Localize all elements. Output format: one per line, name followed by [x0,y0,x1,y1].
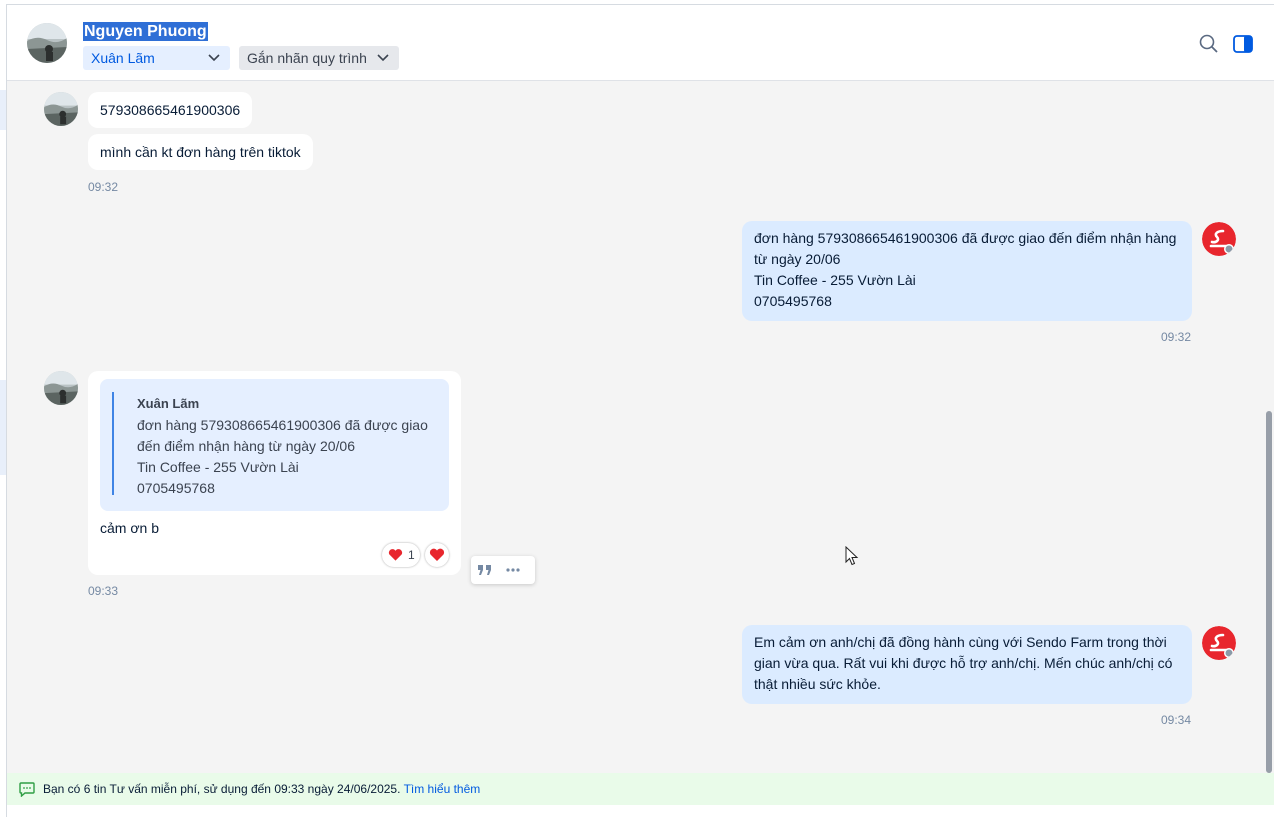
message-line: Tin Coffee - 255 Vườn Lài [754,272,916,288]
message-line: gian vừa qua. Rất vui khi được hỗ trợ an… [754,655,1173,671]
mouse-cursor-icon [845,546,859,566]
notice-message: Bạn có 6 tin Tư vấn miễn phí, sử dụng đế… [43,782,401,796]
message-time: 09:32 [88,180,119,194]
message-actions [471,556,535,584]
heart-icon [388,549,403,561]
chevron-down-icon [208,54,220,62]
quote-author: Xuân Lãm [137,396,200,411]
learn-more-link[interactable]: Tìm hiểu thêm [404,782,481,796]
shop-avatar[interactable] [1202,626,1236,660]
incoming-message[interactable]: 579308665461900306 [88,92,253,128]
notice-text: Bạn có 6 tin Tư vấn miễn phí, sử dụng đế… [43,773,480,805]
reaction-count: 1 [408,548,415,562]
message-line: từ ngày 20/06 [754,251,841,267]
message-line: đơn hàng 579308665461900306 đã được giao… [754,230,1177,246]
message-time: 09:34 [1161,713,1192,727]
chat-bubble-icon [19,782,35,797]
sidebar-toggle-icon[interactable] [1232,33,1254,55]
react-button[interactable] [425,543,449,567]
customer-avatar[interactable] [44,92,78,126]
quoted-message[interactable]: Xuân Lãm đơn hàng 579308665461900306 đã … [100,379,449,511]
conversation-header: Nguyen Phuong Xuân Lãm Gắn nhãn quy trìn… [7,5,1274,81]
message-line: Em cảm ơn anh/chị đã đồng hành cùng với … [754,634,1167,650]
message-text: cảm ơn b [100,520,159,536]
shop-avatar[interactable] [1202,222,1236,256]
reaction-summary[interactable]: 1 [382,543,420,567]
scrollbar-thumb[interactable] [1266,411,1272,773]
quote-icon[interactable] [477,563,493,577]
contact-avatar[interactable] [27,23,67,63]
assignee-name: Xuân Lãm [91,50,155,66]
message-time: 09:32 [1161,330,1192,344]
search-icon[interactable] [1198,33,1220,55]
assignee-dropdown[interactable]: Xuân Lãm [83,46,230,70]
quote-bar [112,392,114,495]
composer-edge [7,805,1274,817]
quote-line: Tin Coffee - 255 Vườn Lài [137,459,299,475]
contact-name[interactable]: Nguyen Phuong [83,22,208,41]
more-icon[interactable] [505,567,521,573]
sendo-logo-icon [1202,626,1236,660]
message-line: 0705495768 [754,293,832,309]
message-text: 579308665461900306 [100,102,241,118]
customer-avatar[interactable] [44,371,78,405]
quote-line: 0705495768 [137,480,215,496]
quote-line: đơn hàng 579308665461900306 đã được giao [137,417,428,433]
outgoing-message[interactable]: Em cảm ơn anh/chị đã đồng hành cùng với … [742,625,1192,704]
label-dropdown-text: Gắn nhãn quy trình [247,50,367,66]
quote-line: đến điểm nhận hàng từ ngày 20/06 [137,438,355,454]
message-list[interactable]: 579308665461900306 mình cần kt đơn hàng … [7,82,1274,772]
free-message-notice: Bạn có 6 tin Tư vấn miễn phí, sử dụng đế… [7,773,1274,805]
message-text: mình cần kt đơn hàng trên tiktok [100,144,301,160]
heart-icon [429,548,445,561]
incoming-message[interactable]: mình cần kt đơn hàng trên tiktok [88,134,313,170]
message-line: thật nhiều sức khỏe. [754,676,881,692]
chevron-down-icon [377,54,389,62]
message-time: 09:33 [88,584,119,598]
chat-window: Nguyen Phuong Xuân Lãm Gắn nhãn quy trìn… [6,4,1274,817]
quote-text: đơn hàng 579308665461900306 đã được giao… [137,415,437,499]
label-dropdown[interactable]: Gắn nhãn quy trình [239,46,399,70]
incoming-message[interactable]: Xuân Lãm đơn hàng 579308665461900306 đã … [88,371,461,575]
sendo-logo-icon [1202,222,1236,256]
outgoing-message[interactable]: đơn hàng 579308665461900306 đã được giao… [742,221,1192,321]
